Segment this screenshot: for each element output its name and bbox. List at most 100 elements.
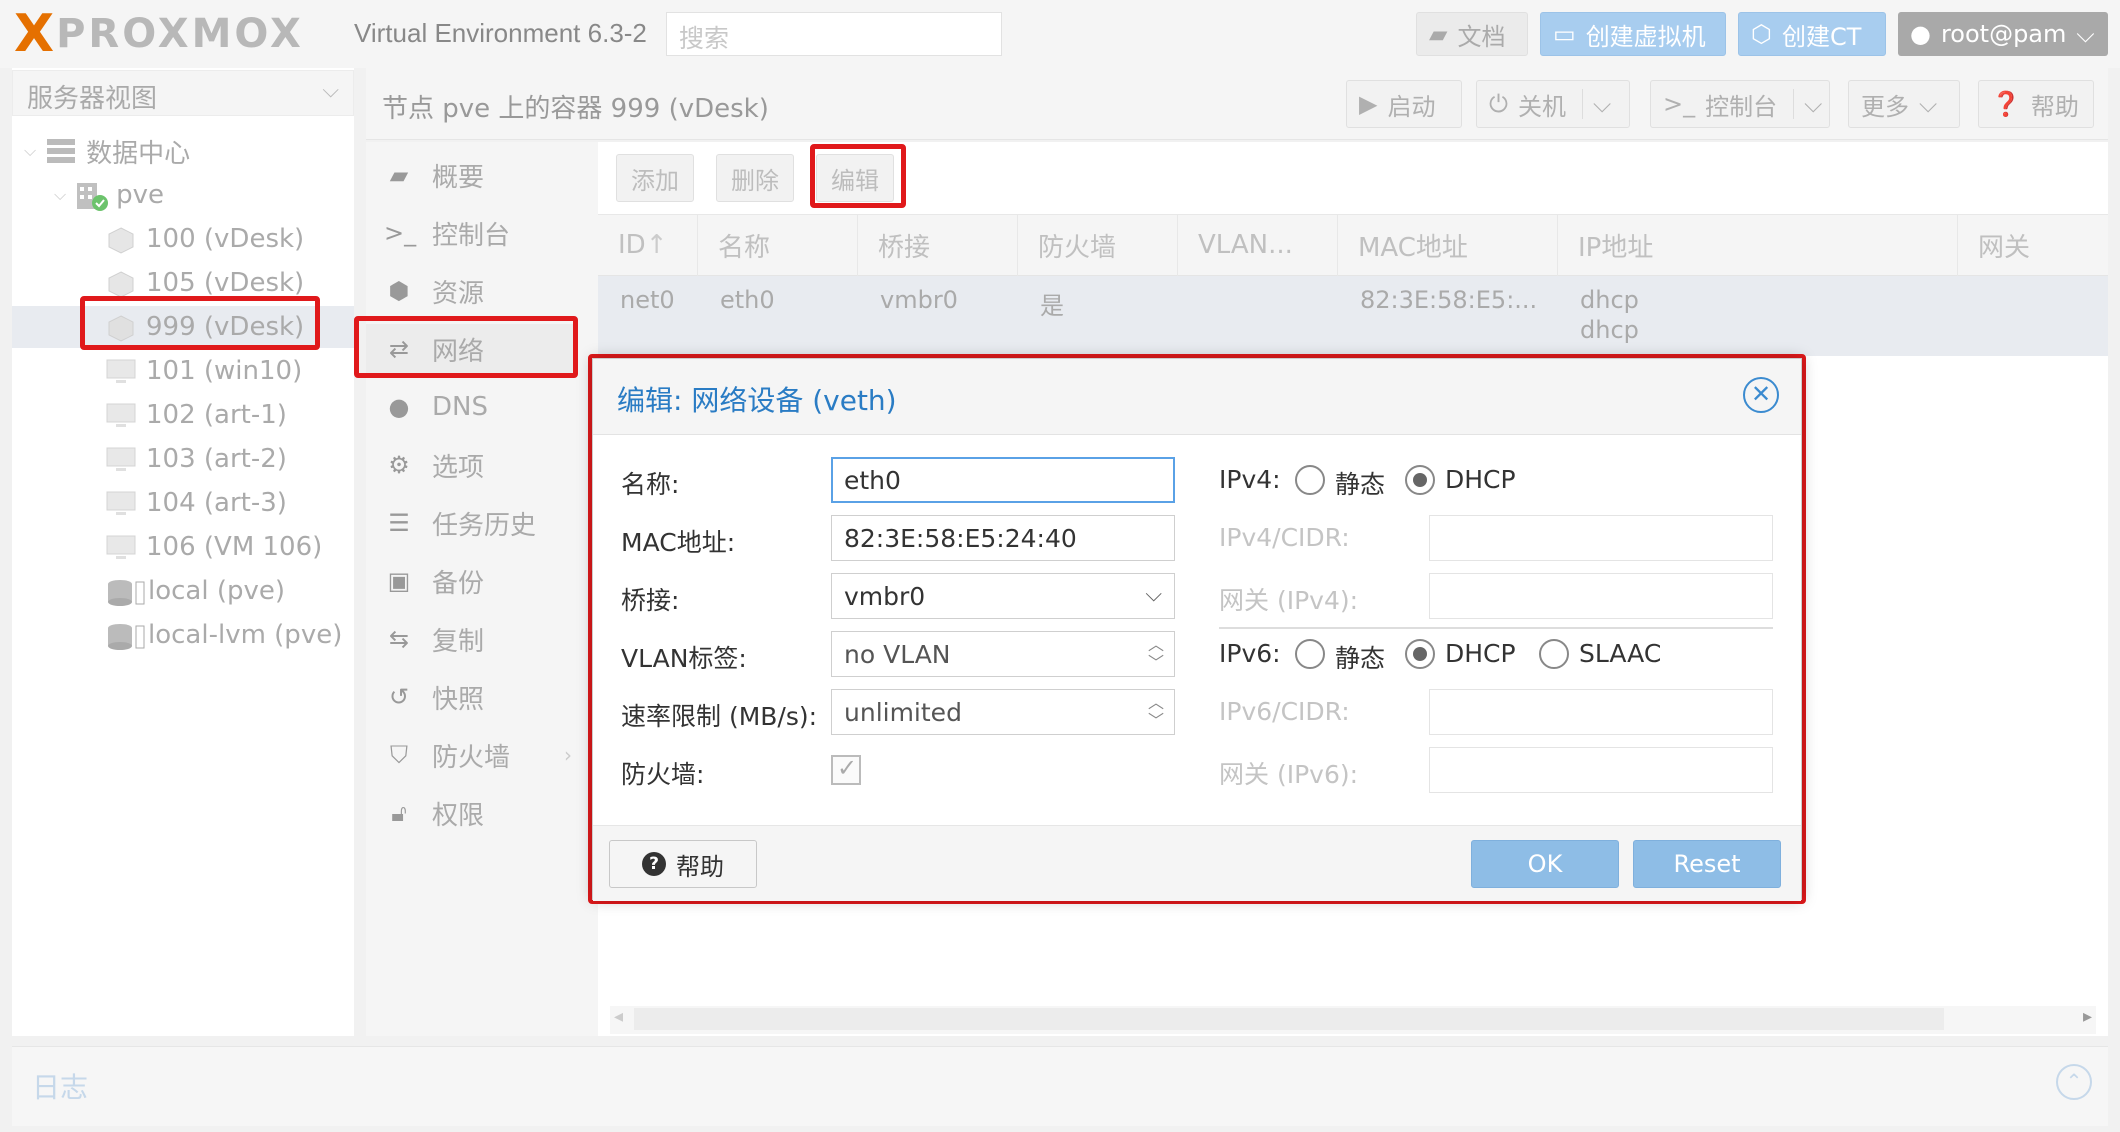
unlock-icon: 🔓︎: [391, 799, 407, 827]
dialog-help-button[interactable]: ? 帮助: [609, 840, 757, 888]
tree-item-vm-104[interactable]: 104 (art-3): [106, 482, 354, 524]
create-ct-button[interactable]: ⬡ 创建CT: [1738, 12, 1886, 56]
tree-datacenter[interactable]: ⌵ 数据中心: [24, 130, 354, 172]
column-header-gateway[interactable]: 网关: [1958, 214, 2108, 276]
cell-bridge: vmbr0: [880, 286, 958, 314]
rate-stepper[interactable]: unlimited ︿ ﹀: [831, 689, 1175, 735]
cell-ip-1: dhcp: [1580, 286, 1639, 314]
start-button[interactable]: ▶ 启动: [1346, 80, 1462, 128]
spinner-icon[interactable]: ︿ ﹀: [1148, 636, 1164, 672]
collapse-icon: ⌵: [24, 141, 37, 160]
exchange-icon: ⇄: [388, 335, 410, 363]
scroll-right-icon[interactable]: ▸: [2083, 1006, 2092, 1027]
reset-button[interactable]: Reset: [1633, 840, 1781, 888]
nav-options[interactable]: ⚙ 选项: [366, 440, 578, 490]
chevron-down-icon: ⌵: [1804, 90, 1823, 118]
gateway-ipv6-input[interactable]: [1429, 747, 1773, 793]
ipv6-slaac-radio[interactable]: [1539, 639, 1569, 669]
column-header-ip[interactable]: IP地址: [1558, 214, 1958, 276]
nav-firewall[interactable]: ⛉ 防火墙 ›: [366, 730, 578, 780]
ipv4-static-label: 静态: [1335, 470, 1386, 499]
name-input[interactable]: eth0: [831, 457, 1175, 503]
chevron-down-icon: ⌵: [1919, 90, 1938, 118]
nav-replication[interactable]: ⇆ 复制: [366, 614, 578, 664]
column-header-name[interactable]: 名称: [698, 214, 858, 276]
version-label: Virtual Environment 6.3-2: [354, 18, 647, 48]
ipv6-cidr-input[interactable]: [1429, 689, 1773, 735]
tree-item-ct-105[interactable]: 105 (vDesk): [106, 262, 354, 304]
nav-task-history[interactable]: ☰ 任务历史: [366, 498, 578, 548]
book-icon: ▰: [389, 161, 409, 189]
nav-console[interactable]: >_ 控制台: [366, 208, 578, 258]
monitor-icon: [106, 490, 136, 516]
view-selector[interactable]: 服务器视图 ⌵: [12, 70, 354, 116]
vlan-stepper[interactable]: no VLAN ︿ ﹀: [831, 631, 1175, 677]
shutdown-button[interactable]: ⏻ 关机 ⌵: [1476, 80, 1630, 128]
nav-backup[interactable]: ▣ 备份: [366, 556, 578, 606]
bridge-select[interactable]: vmbr0 ⌵: [831, 573, 1175, 619]
tree-item-vm-101[interactable]: 101 (win10): [106, 350, 354, 392]
firewall-checkbox[interactable]: [831, 754, 861, 785]
ipv6-static-label: 静态: [1335, 644, 1386, 673]
spinner-icon[interactable]: ︿ ﹀: [1148, 694, 1164, 730]
monitor-icon: [106, 402, 136, 428]
column-header-id[interactable]: ID ↑: [598, 214, 698, 276]
tree-item-vm-102[interactable]: 102 (art-1): [106, 394, 354, 436]
mac-input[interactable]: 82:3E:58:E5:24:40: [831, 515, 1175, 561]
console-button[interactable]: >_ 控制台 ⌵: [1650, 80, 1830, 128]
nav-resources[interactable]: ⬢ 资源: [366, 266, 578, 316]
ipv4-dhcp-radio[interactable]: [1405, 465, 1435, 495]
help-button[interactable]: ❓ 帮助: [1978, 80, 2094, 128]
shield-icon: ⛉: [390, 741, 408, 769]
dialog-footer: ? 帮助 OK Reset: [593, 825, 1801, 901]
docs-button[interactable]: ▰ 文档: [1416, 12, 1528, 56]
ipv4-static-radio[interactable]: [1295, 465, 1325, 495]
column-header-mac[interactable]: MAC地址: [1338, 214, 1558, 276]
tree-node-pve[interactable]: ⌵ pve: [54, 174, 354, 216]
ok-button[interactable]: OK: [1471, 840, 1619, 888]
gateway-ipv4-input[interactable]: [1429, 573, 1773, 619]
more-button[interactable]: 更多 ⌵: [1848, 80, 1960, 128]
storage-icon: [106, 622, 145, 650]
ipv6-static-radio[interactable]: [1295, 639, 1325, 669]
column-header-firewall[interactable]: 防火墙: [1018, 214, 1178, 276]
name-label: 名称:: [621, 470, 680, 499]
nav-permissions[interactable]: 🔓︎ 权限: [366, 788, 578, 838]
horizontal-scrollbar[interactable]: ◂ ▸: [610, 1006, 2096, 1034]
scrollbar-thumb[interactable]: [634, 1008, 1944, 1030]
ipv6-label: IPv6:: [1219, 639, 1281, 668]
tree-item-ct-100[interactable]: 100 (vDesk): [106, 218, 354, 260]
tree-item-storage-local-lvm[interactable]: local-lvm (pve): [106, 614, 354, 656]
edit-button[interactable]: 编辑: [816, 154, 894, 202]
table-row[interactable]: [598, 276, 2108, 356]
nav-summary[interactable]: ▰ 概要: [366, 150, 578, 200]
chevron-down-icon[interactable]: ⌵: [1145, 582, 1162, 607]
cell-ip-2: dhcp: [1580, 316, 1639, 344]
add-button[interactable]: 添加: [616, 154, 694, 202]
nav-network[interactable]: ⇄ 网络: [366, 324, 578, 374]
top-header: X PROXMOX Virtual Environment 6.3-2 搜索 ▰…: [0, 0, 2120, 68]
tree-item-ct-999[interactable]: 999 (vDesk): [12, 306, 354, 348]
expand-log-icon[interactable]: ⌃: [2056, 1064, 2092, 1100]
cell-mac: 82:3E:58:E5:...: [1360, 286, 1538, 314]
nav-dns[interactable]: ● DNS: [366, 382, 578, 432]
tree-item-vm-106[interactable]: 106 (VM 106): [106, 526, 354, 568]
tree-item-storage-local[interactable]: local (pve): [106, 570, 354, 612]
search-input[interactable]: 搜索: [666, 12, 1002, 56]
proxmox-logo: X PROXMOX: [14, 4, 304, 64]
column-header-vlan[interactable]: VLAN...: [1178, 214, 1338, 276]
close-icon[interactable]: ✕: [1743, 377, 1779, 413]
column-header-bridge[interactable]: 桥接: [858, 214, 1018, 276]
tree-item-vm-103[interactable]: 103 (art-2): [106, 438, 354, 480]
user-menu-button[interactable]: ● root@pam ⌵: [1898, 12, 2108, 56]
vlan-label: VLAN标签:: [621, 644, 747, 673]
create-vm-button[interactable]: ▭ 创建虚拟机: [1540, 12, 1726, 56]
remove-button[interactable]: 删除: [716, 154, 794, 202]
terminal-icon: >_: [384, 219, 417, 247]
scroll-left-icon[interactable]: ◂: [614, 1006, 623, 1027]
ipv6-dhcp-radio[interactable]: [1405, 639, 1435, 669]
nav-snapshots[interactable]: ↺ 快照: [366, 672, 578, 722]
ipv4-cidr-input[interactable]: [1429, 515, 1773, 561]
sort-asc-icon: ↑: [645, 230, 668, 260]
ipv6-dhcp-label: DHCP: [1445, 639, 1516, 668]
